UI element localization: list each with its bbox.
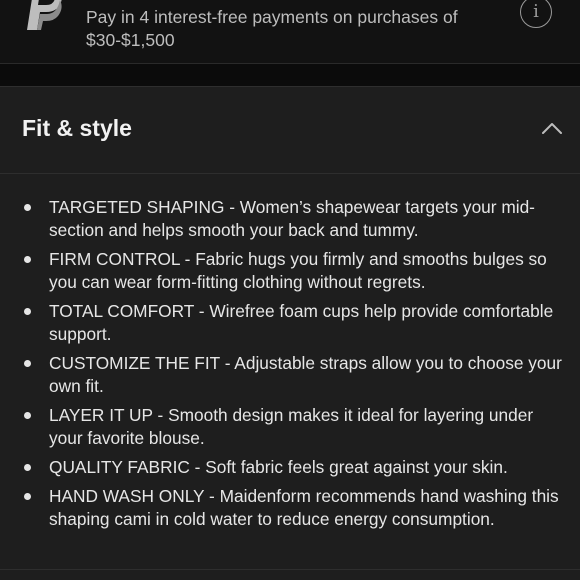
bullet-text: TOTAL COMFORT - Wirefree foam cups help … — [49, 301, 554, 344]
section-title: Fit & style — [22, 115, 132, 141]
bullet-dot-icon — [24, 360, 31, 367]
bullet-text: CUSTOMIZE THE FIT - Adjustable straps al… — [49, 353, 562, 396]
product-details-page: Pay in 4 interest-free payments on purch… — [0, 0, 580, 580]
list-item: TOTAL COMFORT - Wirefree foam cups help … — [22, 300, 562, 346]
list-item: CUSTOMIZE THE FIT - Adjustable straps al… — [22, 352, 562, 398]
divider — [0, 173, 580, 174]
list-item: HAND WASH ONLY - Maidenform recommends h… — [22, 485, 562, 531]
bullet-dot-icon — [24, 204, 31, 211]
bullet-text: HAND WASH ONLY - Maidenform recommends h… — [49, 486, 559, 529]
bullet-text: TARGETED SHAPING - Women’s shapewear tar… — [49, 197, 535, 240]
bullet-dot-icon — [24, 493, 31, 500]
bullet-text: QUALITY FABRIC - Soft fabric feels great… — [49, 457, 508, 477]
bullet-dot-icon — [24, 412, 31, 419]
chevron-up-icon[interactable] — [540, 120, 564, 136]
list-item: TARGETED SHAPING - Women’s shapewear tar… — [22, 196, 562, 242]
fit-and-style-accordion: Fit & style TARGETED SHAPING - Women’s s… — [0, 87, 580, 580]
paypal-pay-in-4-banner: Pay in 4 interest-free payments on purch… — [0, 0, 580, 64]
section-spacer — [0, 64, 580, 86]
list-item: QUALITY FABRIC - Soft fabric feels great… — [22, 456, 562, 479]
bullet-dot-icon — [24, 308, 31, 315]
bullet-dot-icon — [24, 464, 31, 471]
bullet-text: LAYER IT UP - Smooth design makes it ide… — [49, 405, 534, 448]
bullet-text: FIRM CONTROL - Fabric hugs you firmly an… — [49, 249, 547, 292]
paypal-logo-icon — [27, 0, 62, 30]
list-item: LAYER IT UP - Smooth design makes it ide… — [22, 404, 562, 450]
divider — [0, 569, 580, 570]
info-icon[interactable]: i — [520, 0, 552, 28]
paypal-promo-text: Pay in 4 interest-free payments on purch… — [86, 7, 458, 50]
list-item: FIRM CONTROL - Fabric hugs you firmly an… — [22, 248, 562, 294]
feature-bullet-list: TARGETED SHAPING - Women’s shapewear tar… — [22, 196, 562, 537]
bullet-dot-icon — [24, 256, 31, 263]
accordion-header[interactable]: Fit & style — [0, 87, 580, 173]
